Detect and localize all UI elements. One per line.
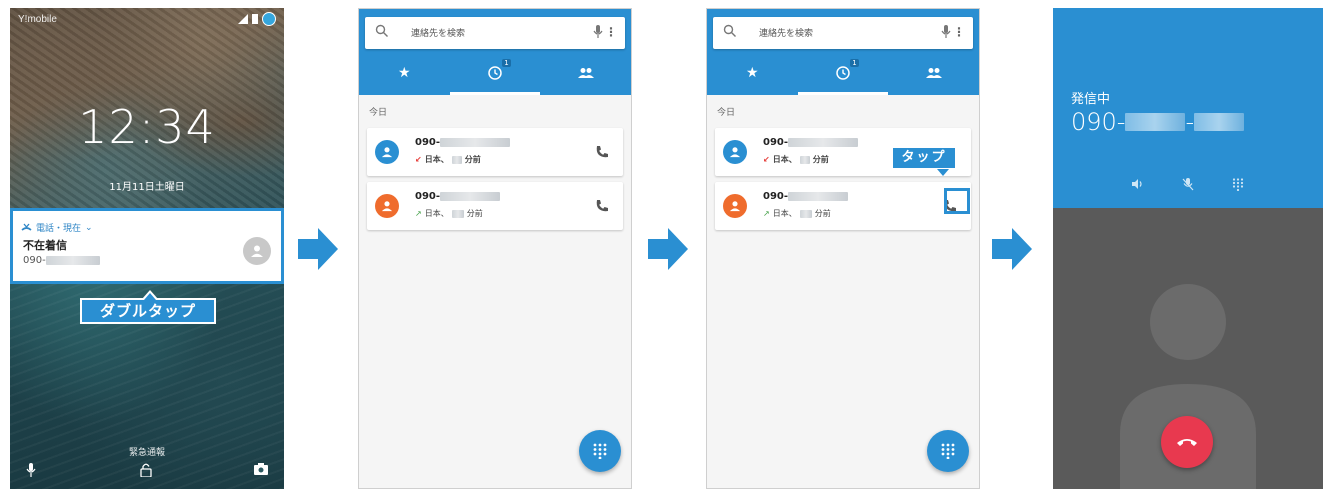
- search-input[interactable]: 連絡先を検索 ⋮: [713, 17, 973, 49]
- battery-icon: [252, 14, 258, 24]
- outgoing-call-arrow-icon: ↗: [763, 209, 770, 218]
- dialpad-icon: [593, 443, 607, 459]
- dialpad-button[interactable]: [927, 430, 969, 472]
- status-bar: [238, 12, 276, 26]
- call-location: 日本、: [424, 155, 449, 164]
- mic-icon[interactable]: [26, 463, 36, 480]
- section-today: 今日: [369, 108, 388, 118]
- dialpad-icon: [941, 443, 955, 459]
- call-time: 分前: [812, 155, 829, 164]
- signal-icon: [238, 14, 248, 24]
- call-number: 090-: [415, 137, 441, 148]
- search-icon: [723, 24, 736, 37]
- more-options-icon[interactable]: ⋮: [953, 26, 965, 38]
- contacts-icon: [577, 68, 594, 78]
- missed-call-notification[interactable]: 電話・現在 ⌄ 不在着信 090-: [10, 208, 284, 284]
- clock-icon: [836, 66, 850, 80]
- call-time: 分前: [814, 209, 831, 218]
- carrier-label: Y!mobile: [18, 14, 57, 25]
- tab-recents[interactable]: 1: [450, 51, 541, 95]
- call-log-item[interactable]: 090- ↗ 日本、 分前: [367, 182, 623, 230]
- tab-contacts[interactable]: [540, 51, 631, 95]
- call-location: 日本、: [424, 209, 449, 218]
- avatar: [243, 237, 271, 265]
- call-time: 分前: [466, 209, 483, 218]
- missed-call-arrow-icon: ↙: [415, 155, 422, 164]
- call-controls: [1053, 176, 1323, 192]
- search-input[interactable]: 連絡先を検索 ⋮: [365, 17, 625, 49]
- notification-number: 090-: [23, 255, 46, 266]
- lock-date: 11月11日土曜日: [109, 182, 185, 193]
- call-number: 090-: [415, 191, 441, 202]
- double-tap-callout: ダブルタップ: [80, 290, 216, 324]
- camera-icon[interactable]: [254, 463, 268, 478]
- dialpad-icon[interactable]: [1230, 176, 1246, 192]
- missed-count-badge: 1: [850, 59, 859, 67]
- end-call-button[interactable]: [1161, 416, 1213, 468]
- notification-source: 電話・現在: [36, 224, 82, 234]
- tab-bar: ★ 1: [707, 51, 979, 95]
- chevron-down-icon: ⌄: [85, 222, 93, 233]
- tab-recents[interactable]: 1: [798, 51, 889, 95]
- contacts-icon: [925, 68, 942, 78]
- lock-clock: 12:34: [78, 100, 216, 154]
- app-header: 連絡先を検索 ⋮ ★ 1: [707, 9, 979, 95]
- avatar: [723, 140, 747, 164]
- speaker-icon[interactable]: [1130, 176, 1146, 192]
- call-status: 発信中: [1071, 92, 1111, 107]
- missed-call-arrow-icon: ↙: [763, 155, 770, 164]
- emergency-call-button[interactable]: 緊急通報: [10, 445, 284, 458]
- app-header: 連絡先を検索 ⋮ ★ 1: [359, 9, 631, 95]
- section-today: 今日: [717, 108, 736, 118]
- call-number: 090-: [763, 191, 789, 202]
- call-time: 分前: [464, 155, 481, 164]
- clock-icon: [488, 66, 502, 80]
- tab-bar: ★ 1: [359, 51, 631, 95]
- account-icon: [262, 12, 276, 26]
- notification-title: 不在着信: [23, 239, 67, 252]
- call-location: 日本、: [772, 155, 797, 164]
- call-number: 090-: [763, 137, 789, 148]
- star-icon: ★: [746, 65, 759, 81]
- search-icon: [375, 24, 388, 37]
- person-icon: [381, 201, 393, 212]
- number-mosaic: [45, 256, 100, 265]
- person-icon: [729, 201, 741, 212]
- person-icon: [381, 147, 393, 158]
- call-header: 発信中 090- -: [1053, 8, 1323, 208]
- avatar: [723, 194, 747, 218]
- avatar: [375, 140, 399, 164]
- voice-search-icon[interactable]: [941, 25, 951, 39]
- tab-favorites[interactable]: ★: [359, 51, 450, 95]
- call-log-item[interactable]: 090- ↙ 日本、 分前: [367, 128, 623, 176]
- tab-contacts[interactable]: [888, 51, 979, 95]
- more-options-icon[interactable]: ⋮: [605, 26, 617, 38]
- avatar: [375, 194, 399, 218]
- outgoing-call-arrow-icon: ↗: [415, 209, 422, 218]
- search-placeholder: 連絡先を検索: [759, 29, 814, 39]
- star-icon: ★: [398, 65, 411, 81]
- missed-count-badge: 1: [502, 59, 511, 67]
- search-placeholder: 連絡先を検索: [411, 29, 466, 39]
- hang-up-icon: [1177, 439, 1197, 446]
- person-icon: [251, 245, 263, 257]
- dialpad-button[interactable]: [579, 430, 621, 472]
- tab-favorites[interactable]: ★: [707, 51, 798, 95]
- lock-screen: Y!mobile 12:34 11月11日土曜日 電話・現在 ⌄ 不在着信 09…: [10, 8, 284, 489]
- phone-app-screen: 連絡先を検索 ⋮ ★ 1 今日 090- ↙ 日本、 分前 090- ↗ 日本、…: [706, 8, 980, 489]
- dialed-number: 090- -: [1071, 108, 1245, 136]
- person-icon: [729, 147, 741, 158]
- phone-app-screen: 連絡先を検索 ⋮ ★ 1 今日 090- ↙ 日本、 分前 090- ↗ 日本、…: [358, 8, 632, 489]
- call-back-icon[interactable]: [593, 143, 611, 161]
- calling-screen: 発信中 090- -: [1053, 8, 1323, 489]
- unlock-icon[interactable]: [140, 463, 152, 480]
- call-location: 日本、: [772, 209, 797, 218]
- tap-callout: タップ: [891, 146, 957, 176]
- voice-search-icon[interactable]: [593, 25, 603, 39]
- call-back-icon[interactable]: [593, 197, 611, 215]
- missed-call-icon: [21, 223, 32, 231]
- call-log-item[interactable]: 090- ↗ 日本、 分前: [715, 182, 971, 230]
- mute-mic-icon[interactable]: [1180, 176, 1196, 192]
- tap-target-highlight: [944, 188, 970, 214]
